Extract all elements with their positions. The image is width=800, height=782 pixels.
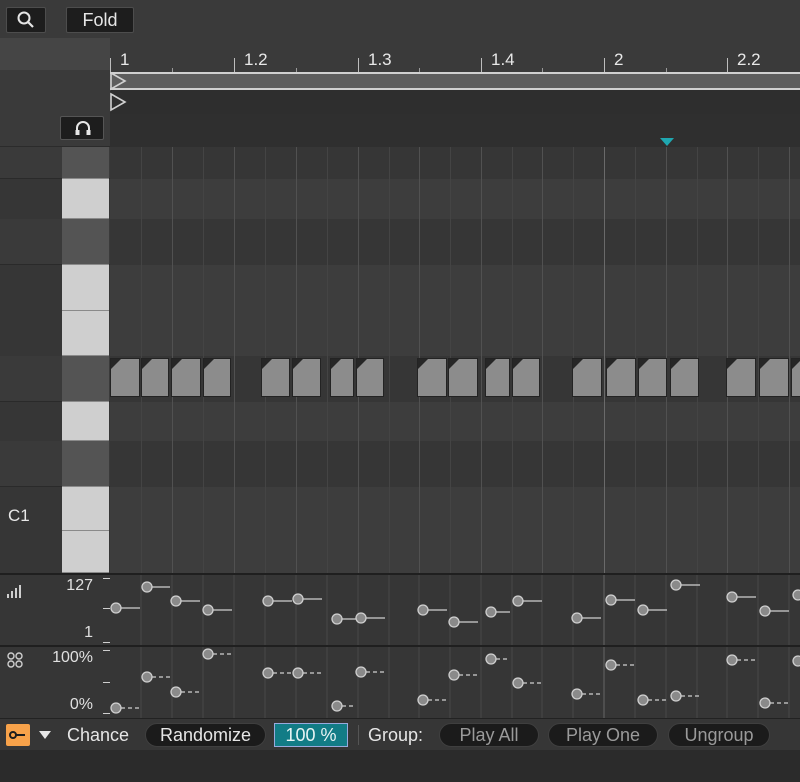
midi-note[interactable] (110, 358, 140, 397)
ungroup-button[interactable]: Ungroup (668, 723, 770, 747)
piano-key[interactable] (62, 219, 109, 265)
play-one-button[interactable]: Play One (548, 723, 658, 747)
fold-button[interactable]: Fold (66, 7, 134, 33)
key-icon (9, 731, 25, 739)
scrub-area[interactable] (110, 114, 800, 147)
velocity-min-label: 1 (84, 624, 93, 641)
note-expression-toolbar: Chance Randomize 100 % Group: Play All P… (0, 718, 800, 750)
midi-note[interactable] (417, 358, 447, 397)
piano-key[interactable] (62, 531, 109, 573)
midi-note[interactable] (330, 358, 354, 397)
loop-area[interactable] (110, 72, 800, 114)
midi-note[interactable] (292, 358, 321, 397)
chance-value-field[interactable]: 100 % (274, 723, 348, 747)
loop-start-marker-icon[interactable] (110, 72, 128, 114)
midi-note[interactable] (171, 358, 201, 397)
piano-key[interactable] (62, 356, 109, 402)
piano-key[interactable] (62, 265, 109, 311)
velocity-lane[interactable] (110, 575, 800, 645)
ruler-label: 1.4 (491, 50, 515, 69)
headphones-icon (75, 121, 91, 135)
ruler-label: 1 (120, 50, 130, 69)
midi-note[interactable] (606, 358, 636, 397)
ruler-label: 2 (614, 50, 624, 69)
chance-icon (7, 652, 23, 668)
group-label: Group: (368, 725, 424, 745)
piano-key[interactable] (62, 487, 109, 531)
midi-note[interactable] (485, 358, 510, 397)
midi-note[interactable] (448, 358, 478, 397)
time-ruler[interactable]: 1 1.2 1.3 1.4 2 2.2 (110, 38, 800, 72)
midi-note[interactable] (141, 358, 169, 397)
preview-button[interactable] (60, 116, 104, 140)
chance-max-label: 100% (52, 649, 93, 666)
play-all-button[interactable]: Play All (439, 723, 539, 747)
midi-note[interactable] (638, 358, 667, 397)
loop-brace[interactable] (110, 72, 800, 90)
ruler-label: 1.2 (244, 50, 268, 69)
midi-note[interactable] (791, 358, 800, 397)
randomize-button[interactable]: Randomize (145, 723, 266, 747)
orange-toggle-button[interactable] (6, 724, 30, 746)
search-button[interactable] (6, 7, 46, 33)
piano-key[interactable] (62, 179, 109, 219)
octave-label: C1 (8, 506, 30, 525)
playhead-marker-icon (660, 138, 674, 146)
search-icon (17, 11, 34, 28)
piano-key[interactable] (62, 311, 109, 356)
piano-key[interactable] (62, 402, 109, 441)
midi-note[interactable] (670, 358, 699, 397)
midi-note[interactable] (726, 358, 756, 397)
midi-note[interactable] (512, 358, 540, 397)
note-grid[interactable] (110, 147, 800, 573)
chance-min-label: 0% (69, 696, 93, 713)
velocity-max-label: 127 (66, 577, 93, 594)
chance-lane[interactable] (110, 647, 800, 718)
midi-note[interactable] (203, 358, 231, 397)
midi-note[interactable] (261, 358, 290, 397)
piano-key[interactable] (62, 441, 109, 487)
midi-note[interactable] (356, 358, 384, 397)
footer (0, 750, 800, 782)
ruler-label: 2.2 (737, 50, 761, 69)
midi-note[interactable] (759, 358, 789, 397)
toolbar: Fold (0, 0, 800, 38)
chevron-down-icon[interactable] (38, 730, 52, 740)
velocity-icon (7, 585, 21, 598)
ruler-label: 1.3 (368, 50, 392, 69)
midi-note[interactable] (572, 358, 602, 397)
piano-key[interactable] (62, 147, 109, 179)
chance-label: Chance (67, 725, 130, 745)
